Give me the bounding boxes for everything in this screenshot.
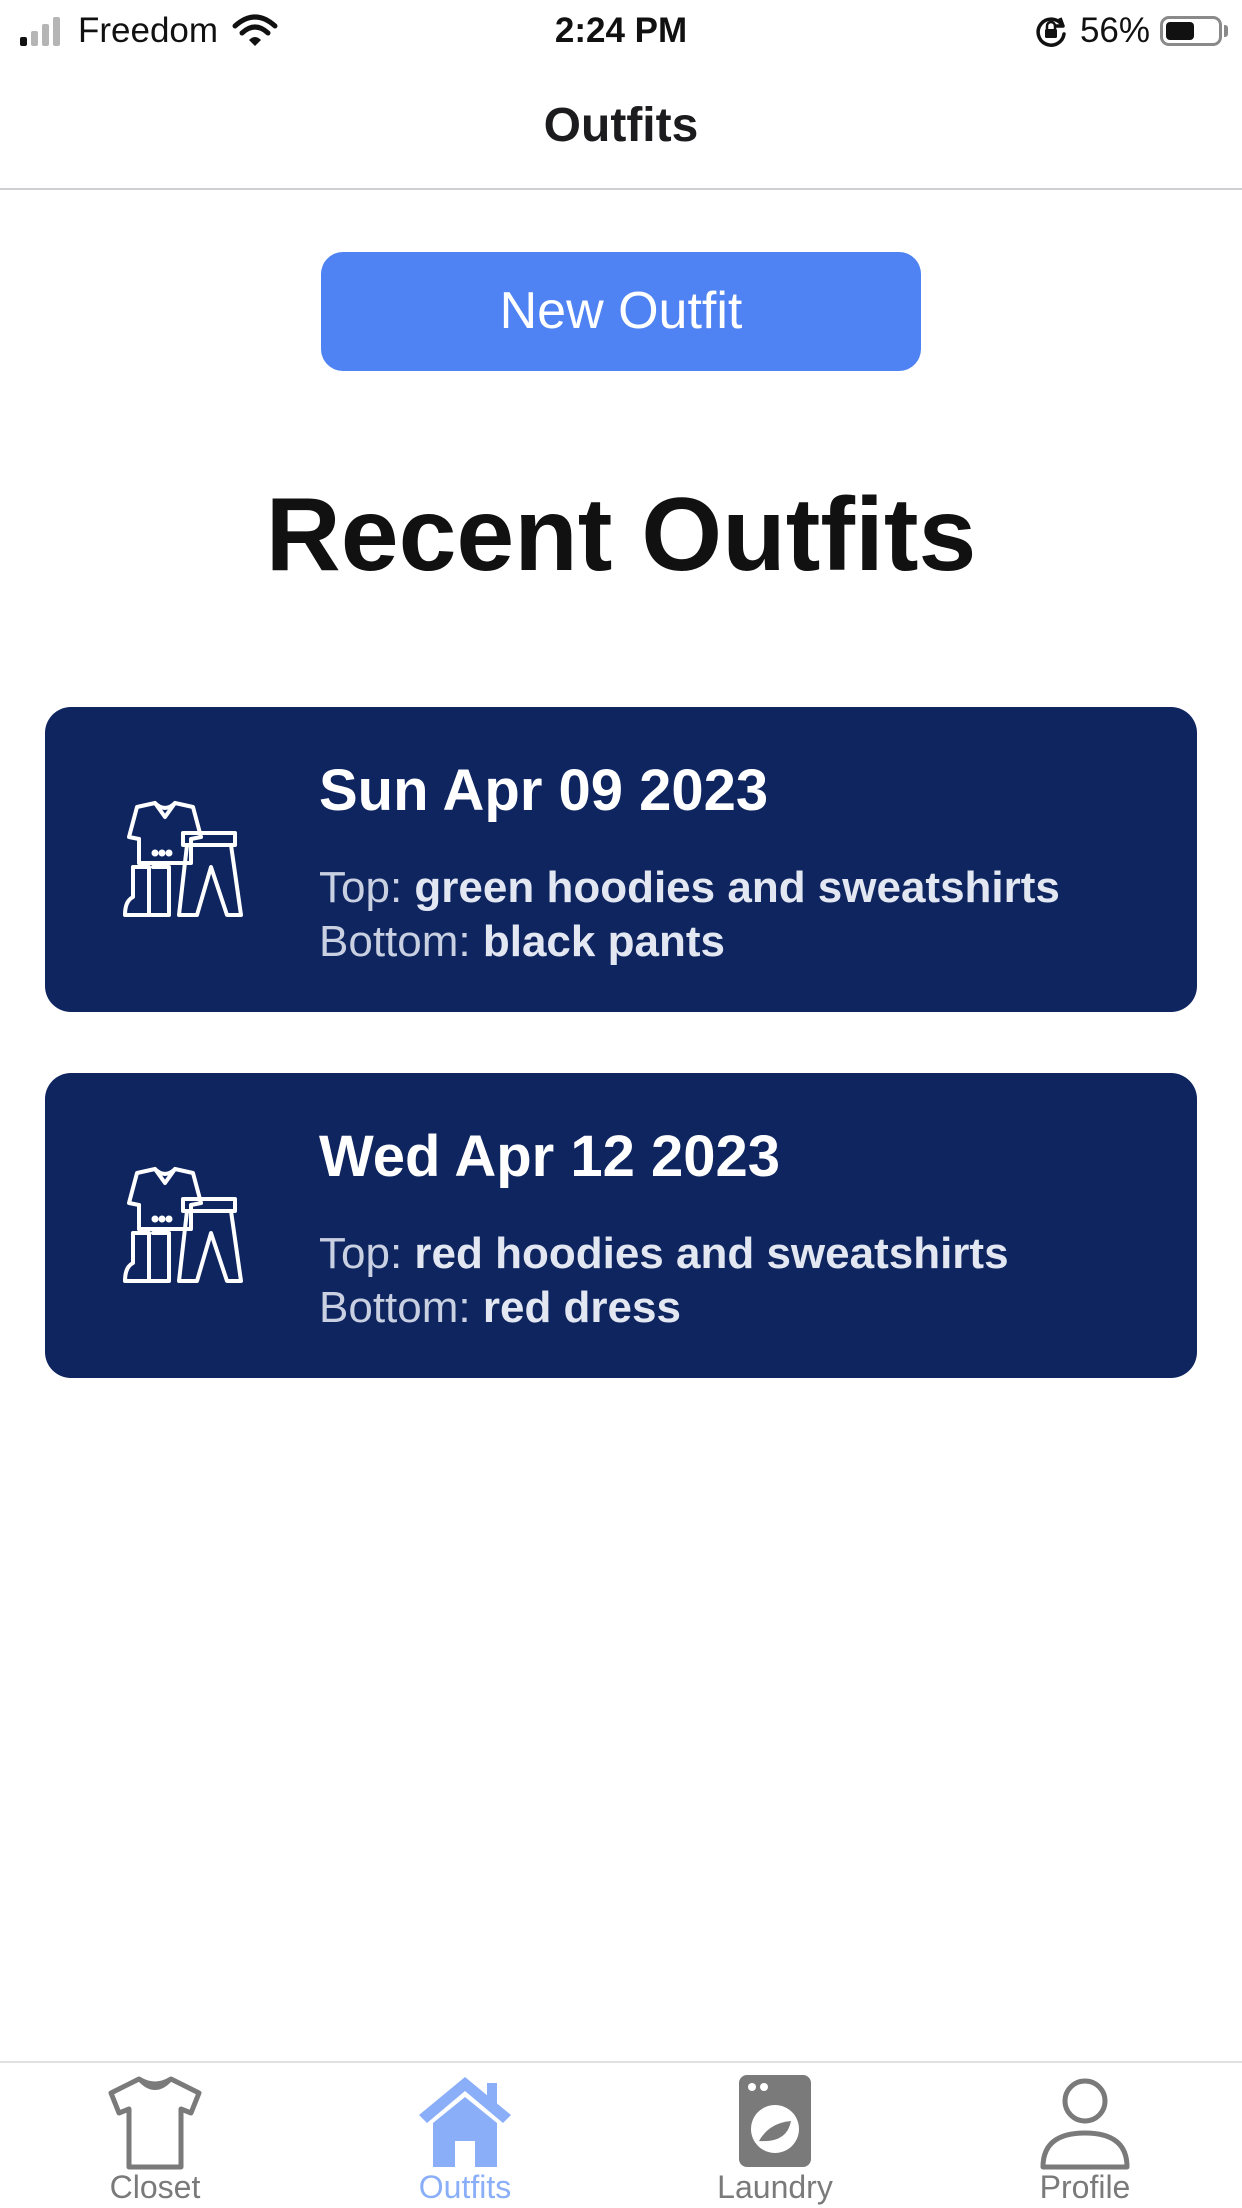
outfit-bottom: Bottom: black pants <box>319 917 725 967</box>
tab-laundry[interactable]: Laundry <box>620 2063 930 2208</box>
tab-outfits[interactable]: Outfits <box>310 2063 620 2208</box>
outfit-card[interactable]: Wed Apr 12 2023 Top: red hoodies and swe… <box>45 1073 1197 1378</box>
battery-level <box>1166 22 1194 40</box>
person-icon <box>1040 2078 1130 2170</box>
status-right: 56% <box>1034 8 1228 54</box>
outfit-bottom-value: red dress <box>482 1283 681 1332</box>
outfit-bottom-value: black pants <box>482 917 725 966</box>
page-title: Outfits <box>543 99 699 152</box>
outfit-bottom-label: Bottom: <box>319 917 471 966</box>
battery-cap <box>1224 25 1228 37</box>
outfit-top-label: Top: <box>319 863 403 912</box>
tab-label: Profile <box>1039 2169 1131 2205</box>
outfit-top: Top: red hoodies and sweatshirts <box>319 1229 1009 1279</box>
outfit-top: Top: green hoodies and sweatshirts <box>319 863 1060 913</box>
tab-label: Closet <box>109 2169 201 2205</box>
outfit-top-value: green hoodies and sweatshirts <box>414 863 1060 912</box>
outfit-bottom-label: Bottom: <box>319 1283 471 1332</box>
outfit-date: Wed Apr 12 2023 <box>319 1124 780 1189</box>
tab-label: Laundry <box>717 2169 833 2205</box>
outfit-date: Sun Apr 09 2023 <box>319 758 769 823</box>
tshirt-icon <box>108 2076 202 2170</box>
tab-closet[interactable]: Closet <box>0 2063 310 2208</box>
status-bar: Freedom 2:24 PM 56% <box>0 0 1242 64</box>
home-icon <box>419 2077 511 2167</box>
orientation-lock-icon <box>1036 17 1066 47</box>
battery-icon <box>1160 16 1222 46</box>
battery-percentage: 56% <box>1079 11 1150 50</box>
clothes-icon <box>123 801 243 917</box>
outfit-card[interactable]: Sun Apr 09 2023 Top: green hoodies and s… <box>45 707 1197 1012</box>
navigation-bar: Outfits <box>0 64 1242 190</box>
outfit-top-label: Top: <box>319 1229 403 1278</box>
new-outfit-button[interactable]: New Outfit <box>321 252 921 371</box>
outfit-bottom: Bottom: red dress <box>319 1283 681 1333</box>
tab-label: Outfits <box>418 2169 512 2205</box>
tab-profile[interactable]: Profile <box>930 2063 1240 2208</box>
tab-bar: Closet Outfits Laundry Profile <box>0 2061 1242 2208</box>
outfit-top-value: red hoodies and sweatshirts <box>414 1229 1009 1278</box>
clothes-icon <box>123 1167 243 1283</box>
washing-machine-icon <box>739 2075 811 2167</box>
recent-outfits-heading: Recent Outfits <box>265 477 977 593</box>
